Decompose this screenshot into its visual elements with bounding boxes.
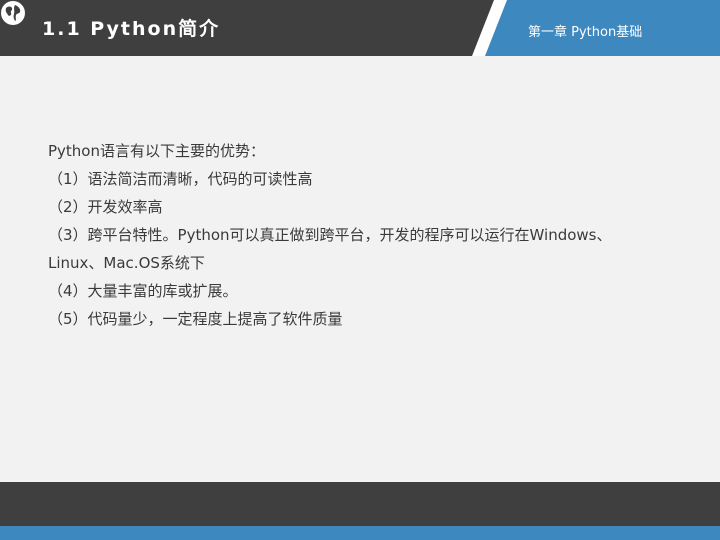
list-item: （5）代码量少，一定程度上提高了软件质量	[48, 310, 343, 328]
footer-dark-band	[0, 482, 720, 526]
globe-icon	[1, 1, 25, 25]
list-item: （1）语法简洁而清晰，代码的可读性高	[48, 170, 313, 188]
list-item-continuation: Linux、Mac.OS系统下	[48, 254, 205, 272]
list-item: （3）跨平台特性。Python可以真正做到跨平台，开发的程序可以运行在Windo…	[48, 226, 612, 244]
slide-body: Python语言有以下主要的优势： （1）语法简洁而清晰，代码的可读性高 （2）…	[48, 137, 688, 333]
slide-title: 1.1 Python简介	[42, 18, 221, 40]
intro-line: Python语言有以下主要的优势：	[48, 142, 265, 160]
chapter-label: 第一章 Python基础	[528, 25, 643, 40]
list-item: （4）大量丰富的库或扩展。	[48, 282, 238, 300]
footer-blue-band	[0, 526, 720, 540]
slide-header: 1.1 Python简介 第一章 Python基础	[0, 0, 720, 56]
list-item: （2）开发效率高	[48, 198, 163, 216]
